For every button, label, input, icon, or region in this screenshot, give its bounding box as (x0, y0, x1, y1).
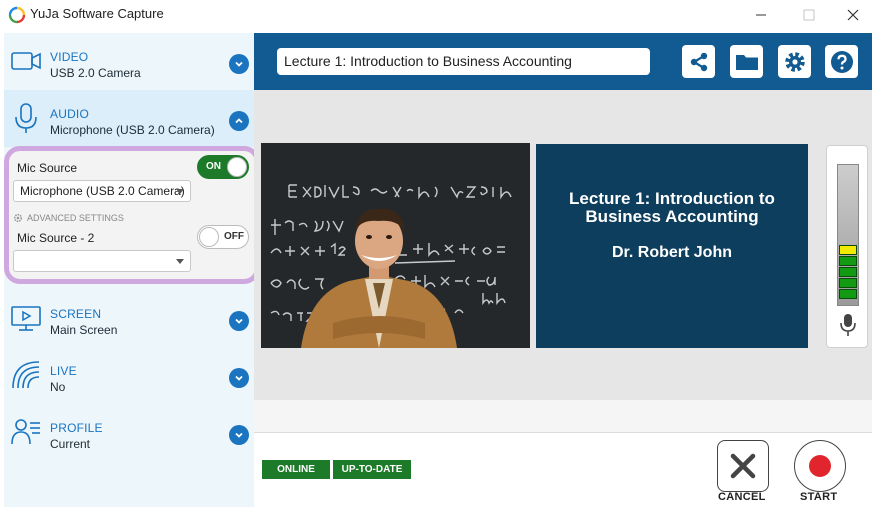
level-segment-green (839, 267, 857, 277)
level-meter-track (837, 164, 859, 306)
mic-source-select[interactable]: Microphone (USB 2.0 Camera) (13, 180, 191, 202)
microphone-icon (15, 103, 37, 133)
sidebar-audio-title: AUDIO (50, 107, 90, 121)
level-segment-green (839, 256, 857, 266)
sidebar-video-value: USB 2.0 Camera (50, 66, 141, 80)
online-status-badge: ONLINE (262, 460, 330, 479)
mic-source-label: Mic Source (17, 161, 78, 175)
toggle-on-label: ON (206, 161, 221, 172)
audio-level-meter (826, 145, 868, 348)
sidebar-item-video[interactable]: VIDEO USB 2.0 Camera (4, 33, 254, 90)
sidebar-item-audio[interactable]: AUDIO Microphone (USB 2.0 Camera) (4, 90, 254, 147)
sidebar-profile-title: PROFILE (50, 421, 103, 435)
settings-button[interactable] (778, 45, 811, 78)
advanced-settings-label: ADVANCED SETTINGS (27, 213, 124, 223)
sidebar-item-screen[interactable]: SCREEN Main Screen (4, 290, 254, 347)
sidebar-item-live[interactable]: LIVE No (4, 347, 254, 404)
sidebar-video-title: VIDEO (50, 50, 89, 64)
chevron-down-icon[interactable] (229, 425, 249, 445)
help-icon (830, 50, 853, 73)
mic-source-toggle[interactable]: ON (197, 155, 249, 179)
gear-icon (13, 213, 23, 223)
camera-preview (261, 143, 530, 348)
chevron-up-icon[interactable] (229, 111, 249, 131)
maximize-icon (803, 9, 815, 21)
title-bar: YuJa Software Capture (0, 0, 876, 32)
sidebar-profile-value: Current (50, 437, 91, 451)
cancel-button[interactable] (717, 440, 769, 492)
cancel-label: CANCEL (718, 491, 766, 503)
level-segment-green (839, 278, 857, 288)
mic-source-value: Microphone (USB 2.0 Camera) (20, 184, 185, 198)
caret-down-icon (176, 259, 184, 264)
window-title: YuJa Software Capture (30, 6, 164, 21)
record-icon (809, 455, 831, 477)
profile-icon (11, 419, 40, 445)
minimize-icon (756, 14, 766, 16)
slide-title: Lecture 1: Introduction to Business Acco… (569, 189, 775, 226)
camera-feed-image (261, 143, 530, 348)
app-window: YuJa Software Capture VIDEO USB 2.0 Came… (0, 0, 876, 510)
preview-area: Lecture 1: Introduction to Business Acco… (254, 90, 872, 400)
session-title-input[interactable]: Lecture 1: Introduction to Business Acco… (277, 48, 650, 75)
close-button[interactable] (830, 2, 876, 28)
chevron-down-icon[interactable] (229, 311, 249, 331)
audio-settings-panel: Mic Source ON Microphone (USB 2.0 Camera… (4, 146, 260, 284)
level-segment-yellow (839, 245, 857, 255)
microphone-icon (840, 314, 856, 336)
toggle-off-label: OFF (224, 231, 244, 242)
maximize-button[interactable] (786, 2, 832, 28)
advanced-settings-link[interactable]: ADVANCED SETTINGS (13, 213, 124, 223)
level-segment-green (839, 289, 857, 299)
slide-author: Dr. Robert John (611, 244, 732, 261)
video-camera-icon (11, 52, 41, 70)
sidebar-live-value: No (50, 380, 66, 394)
sidebar-screen-title: SCREEN (50, 307, 102, 321)
gear-icon (784, 51, 805, 72)
sidebar-live-title: LIVE (50, 364, 77, 378)
timeline-strip (254, 400, 872, 433)
close-icon (847, 9, 859, 21)
mic-source-2-select[interactable] (13, 250, 191, 272)
toggle-knob (199, 227, 219, 247)
toggle-knob (227, 157, 247, 177)
sidebar-item-profile[interactable]: PROFILE Current (4, 404, 254, 461)
update-status-badge: UP-TO-DATE (333, 460, 411, 479)
top-toolbar: Lecture 1: Introduction to Business Acco… (254, 33, 872, 90)
caret-down-icon (176, 189, 184, 194)
mic-source-2-toggle[interactable]: OFF (197, 225, 249, 249)
chevron-down-icon[interactable] (229, 54, 249, 74)
start-label: START (800, 491, 838, 503)
folder-icon (735, 54, 758, 70)
start-record-button[interactable] (794, 440, 846, 492)
close-icon (730, 453, 756, 479)
share-icon (690, 52, 707, 71)
sidebar-audio-value: Microphone (USB 2.0 Camera) (50, 123, 215, 137)
share-button[interactable] (682, 45, 715, 78)
yuja-logo-icon (8, 6, 26, 24)
help-button[interactable] (825, 45, 858, 78)
folder-button[interactable] (730, 45, 763, 78)
slide-preview: Lecture 1: Introduction to Business Acco… (536, 144, 808, 348)
sidebar-screen-value: Main Screen (50, 323, 118, 337)
screen-icon (11, 306, 41, 331)
mic-source-2-label: Mic Source - 2 (17, 231, 95, 245)
chevron-down-icon[interactable] (229, 368, 249, 388)
minimize-button[interactable] (738, 2, 784, 28)
broadcast-icon (12, 361, 40, 389)
